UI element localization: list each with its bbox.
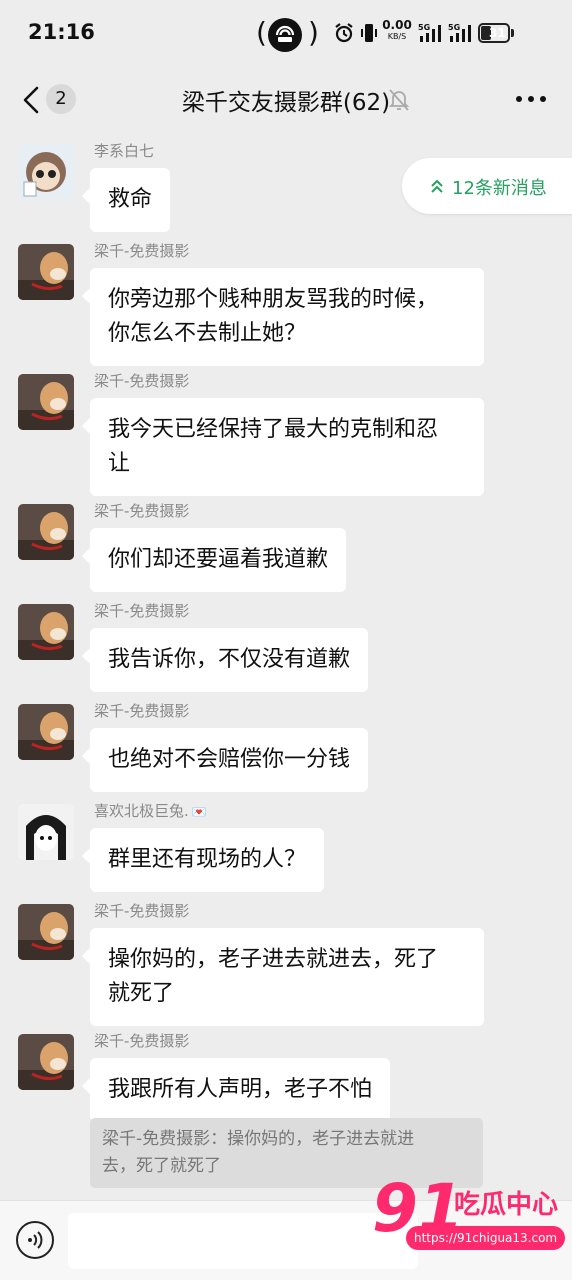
voice-button[interactable] <box>16 1221 54 1259</box>
signal-5g-icon-2: 5G <box>448 23 471 42</box>
avatar-dog-image <box>18 704 74 760</box>
status-icons: 0.00 KB/S 5G 5G 31 <box>334 18 534 46</box>
battery-icon: 31 <box>478 23 514 43</box>
status-bar: 21:16 ( ) 0.00 KB/S 5G 5G 31 <box>0 0 572 66</box>
avatar[interactable] <box>18 904 74 960</box>
message-bubble[interactable]: 我今天已经保持了最大的克制和忍 让 <box>82 398 484 496</box>
avatar-anime-image <box>18 804 74 860</box>
message-line: 你怎么不去制止她？ <box>108 321 307 346</box>
message-line: 让 <box>108 451 131 476</box>
status-time: 21:16 <box>28 20 95 44</box>
avatar[interactable] <box>18 144 74 200</box>
svg-text:5G: 5G <box>418 23 430 32</box>
avatar[interactable] <box>18 244 74 300</box>
signal-5g-icon: 5G <box>418 23 441 42</box>
vibrate-icon <box>361 24 377 42</box>
site-watermark: 91 吃瓜中心 https://91chigua13.com <box>372 1172 572 1280</box>
message-bubble[interactable]: 我跟所有人声明，老子不怕 <box>81 1058 391 1122</box>
message-input[interactable] <box>68 1213 418 1269</box>
double-chevron-up-icon <box>431 179 443 193</box>
avatar-cartoon-image <box>18 144 74 200</box>
avatar-dog-image <box>18 374 74 430</box>
hotspot-indicator: ( ) <box>256 16 319 52</box>
hotspot-bracket-right: ) <box>308 16 319 49</box>
avatar-dog-image <box>18 1034 74 1090</box>
message-bubble[interactable]: 你们却还要逼着我道歉 <box>81 528 347 592</box>
avatar[interactable] <box>18 374 74 430</box>
hotspot-icon <box>268 18 302 52</box>
message-line: 操你妈的，老子进去就进去，死了 <box>108 947 439 972</box>
mute-bell-icon <box>388 89 410 111</box>
message-bubble[interactable]: 你旁边那个贱种朋友骂我的时候， 你怎么不去制止她？ <box>82 268 484 366</box>
message-list[interactable]: 李系白七 救命 梁千-免费摄影 你旁边那个贱种朋友骂我的时候， 你怎么不去制止她… <box>0 132 572 1200</box>
sender-name: 喜欢北极巨兔. 💌 <box>94 800 207 821</box>
sender-name: 梁千-免费摄影 <box>94 242 190 260</box>
watermark-url: https://91chigua13.com <box>406 1226 566 1250</box>
quote-line: 梁千-免费摄影：操你妈的，老子进去就进 <box>102 1129 415 1149</box>
sender-name: 梁千-免费摄影 <box>94 502 190 520</box>
message-bubble[interactable]: 也绝对不会赔偿你一分钱 <box>81 728 369 792</box>
sender-name-text: 喜欢北极巨兔. <box>94 802 189 820</box>
message-bubble[interactable]: 群里还有现场的人？ <box>81 828 325 892</box>
svg-text:5G: 5G <box>448 23 460 32</box>
message-bubble[interactable]: 我告诉你，不仅没有道歉 <box>81 628 369 692</box>
sender-name: 梁千-免费摄影 <box>94 372 190 390</box>
alarm-icon <box>335 23 353 43</box>
message-line: 我今天已经保持了最大的克制和忍 <box>108 417 439 442</box>
sender-name: 李系白七 <box>94 142 155 160</box>
avatar[interactable] <box>18 1034 74 1090</box>
sender-name: 梁千-免费摄影 <box>94 602 190 620</box>
net-speed-value: 0.00 <box>382 18 412 32</box>
sender-name: 梁千-免费摄影 <box>94 702 190 720</box>
new-messages-label: 12条新消息 <box>452 178 547 199</box>
battery-level: 31 <box>489 26 506 40</box>
avatar-dog-image <box>18 604 74 660</box>
avatar[interactable] <box>18 604 74 660</box>
avatar-dog-image <box>18 244 74 300</box>
sender-name: 梁千-免费摄影 <box>94 902 190 920</box>
message-line: 就死了 <box>108 981 175 1006</box>
avatar-dog-image <box>18 904 74 960</box>
more-options-button[interactable] <box>516 96 546 104</box>
net-speed-unit: KB/S <box>387 32 407 41</box>
avatar-dog-image <box>18 504 74 560</box>
voice-icon <box>28 1231 43 1249</box>
chat-header: 2 梁千交友摄影群(62) <box>0 66 572 132</box>
watermark-brand: 吃瓜中心 <box>454 1190 559 1220</box>
hotspot-bracket-left: ( <box>256 16 267 49</box>
message-bubble[interactable]: 救命 <box>81 168 171 232</box>
love-letter-emoji: 💌 <box>191 805 207 819</box>
avatar[interactable] <box>18 504 74 560</box>
sender-name: 梁千-免费摄影 <box>94 1032 190 1050</box>
message-bubble[interactable]: 操你妈的，老子进去就进去，死了 就死了 <box>82 928 484 1026</box>
new-messages-button[interactable]: 12条新消息 <box>402 158 572 214</box>
avatar[interactable] <box>18 704 74 760</box>
message-line: 你旁边那个贱种朋友骂我的时候， <box>108 287 439 312</box>
avatar[interactable] <box>18 804 74 860</box>
chat-title: 梁千交友摄影群(62) <box>181 90 391 116</box>
